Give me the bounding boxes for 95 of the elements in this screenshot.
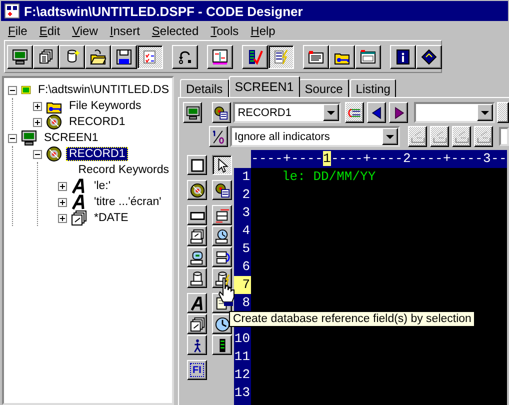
tree-item[interactable]: RECORD1 xyxy=(66,147,128,161)
clock-field-icon xyxy=(214,228,230,244)
line-number[interactable]: 3 xyxy=(234,204,251,222)
diamond-icon xyxy=(421,49,437,65)
input-field[interactable] xyxy=(499,127,509,146)
expand-toggle[interactable] xyxy=(58,198,67,206)
field-arrows-icon xyxy=(214,208,230,222)
line-number[interactable]: 12 xyxy=(234,366,251,384)
expand-toggle[interactable] xyxy=(8,86,17,94)
tray-icon xyxy=(476,130,491,144)
column-ruler: ----+----1----+----2----+----3-- xyxy=(251,150,507,168)
layout-icon xyxy=(212,49,228,65)
caret-icon xyxy=(327,110,336,114)
dropdown-button[interactable] xyxy=(382,128,398,145)
tree-item[interactable]: File Keywords xyxy=(66,99,144,113)
tree-item[interactable]: SCREEN1 xyxy=(41,131,102,145)
line-number[interactable]: 2 xyxy=(234,186,251,204)
tree-item[interactable]: 'le:' xyxy=(91,179,114,193)
code-line: le: DD/MM/YY xyxy=(282,169,376,184)
left-arrow-icon xyxy=(370,106,384,120)
expand-toggle[interactable] xyxy=(58,182,67,190)
calendar-icon xyxy=(190,316,204,332)
tree-item[interactable]: F:\adtswin\UNTITLED.DS xyxy=(35,83,172,97)
line-number[interactable]: 1 xyxy=(234,168,251,186)
tray-icon xyxy=(410,130,425,144)
check-mark-icon xyxy=(247,49,263,65)
expand-toggle[interactable] xyxy=(8,134,17,142)
letter-a-icon xyxy=(71,178,87,194)
monitor-icon xyxy=(186,106,200,120)
monitor-icon xyxy=(21,130,37,146)
checkbox-icon xyxy=(190,158,204,172)
menu-item[interactable]: File xyxy=(2,22,34,38)
caret-icon xyxy=(386,134,394,138)
tab[interactable]: SCREEN1 xyxy=(228,76,300,97)
expand-toggle[interactable] xyxy=(33,118,42,126)
fraction-icon xyxy=(211,130,226,144)
menu-item[interactable]: View xyxy=(66,22,104,38)
menu-item[interactable]: Insert xyxy=(104,22,146,38)
expand-toggle[interactable] xyxy=(33,150,42,158)
undo-arrow-icon xyxy=(177,49,193,65)
line-number[interactable]: 11 xyxy=(234,348,251,366)
line-number[interactable]: 5 xyxy=(234,240,251,258)
disc-icon xyxy=(46,146,62,162)
dropdown-button[interactable] xyxy=(477,104,494,121)
tab[interactable]: Source xyxy=(298,79,349,97)
cylinder-field-icon xyxy=(190,270,204,286)
pages-icon xyxy=(38,49,54,65)
gauge-field-icon xyxy=(190,250,204,264)
calendar-icon xyxy=(71,210,87,226)
expand-toggle[interactable] xyxy=(33,102,42,110)
tree-item[interactable]: RECORD1 xyxy=(66,115,128,129)
clock-icon xyxy=(214,316,230,332)
tray-icon xyxy=(454,130,469,144)
disc-icon xyxy=(46,114,62,130)
expand-toggle[interactable] xyxy=(58,214,67,222)
monitor-icon xyxy=(12,49,28,65)
menu-item[interactable]: Help xyxy=(244,22,282,38)
card-icon xyxy=(308,49,324,65)
toolbar-button[interactable] xyxy=(268,45,294,69)
tooltip: Create database reference field(s) by selection xyxy=(229,311,476,327)
tray-icon xyxy=(432,130,447,144)
line-number[interactable]: 6 xyxy=(234,258,251,276)
letter-a-icon xyxy=(71,194,87,210)
dropdown-button[interactable] xyxy=(323,104,340,121)
disc-list-icon xyxy=(214,106,228,120)
filter-select[interactable] xyxy=(414,102,496,123)
disc-icon xyxy=(190,182,204,198)
record-select[interactable]: RECORD1 xyxy=(232,102,342,123)
tree-item[interactable]: 'titre ...'écran' xyxy=(91,195,164,209)
tab[interactable]: Listing xyxy=(350,79,396,97)
line-number[interactable]: 10 xyxy=(234,330,251,348)
caret-icon xyxy=(481,110,490,114)
folder-icon xyxy=(90,49,106,65)
line-number[interactable]: 4 xyxy=(234,222,251,240)
disc-list-icon xyxy=(214,182,230,198)
menu-item[interactable]: Edit xyxy=(33,22,66,38)
field-indicator-button[interactable]: FI xyxy=(187,360,207,380)
window-title: F:\adtswin\UNTITLED.DSPF - CODE Designer xyxy=(24,4,303,18)
info-book-icon xyxy=(395,49,411,65)
menu-item[interactable]: Tools xyxy=(204,22,245,38)
line-number[interactable]: 8 xyxy=(234,294,251,312)
toolbar-button[interactable] xyxy=(137,45,163,69)
lightning-icon xyxy=(273,49,289,65)
tree-item[interactable]: Record Keywords xyxy=(75,163,172,177)
menu-item[interactable]: Selected xyxy=(146,22,205,38)
tree-item[interactable]: *DATE xyxy=(91,211,132,225)
window-icon xyxy=(360,49,376,65)
line-number[interactable]: 13 xyxy=(234,384,251,402)
indicator-select[interactable]: Ignore all indicators xyxy=(230,126,400,147)
checklist-icon xyxy=(142,49,158,65)
calendar-field-icon xyxy=(190,228,204,244)
field-cycle-icon xyxy=(214,250,230,264)
letter-a-icon xyxy=(190,296,204,310)
line-number[interactable]: 7 xyxy=(234,276,251,294)
tool-button[interactable] xyxy=(212,155,232,175)
